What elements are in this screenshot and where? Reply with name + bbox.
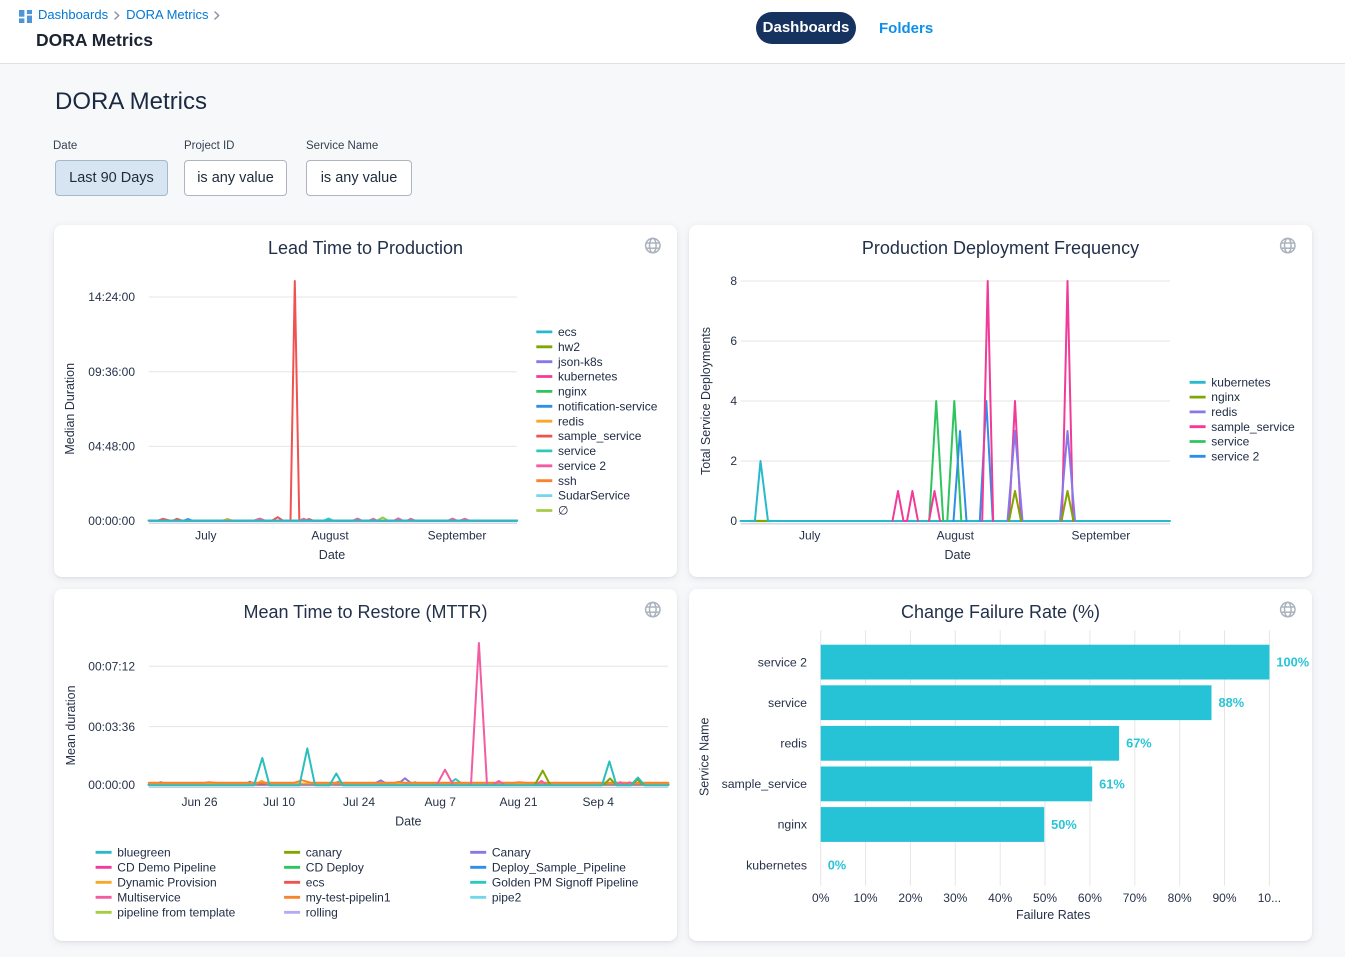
svg-text:SudarService: SudarService bbox=[558, 489, 630, 503]
svg-text:00:07:12: 00:07:12 bbox=[88, 659, 135, 673]
svg-text:0: 0 bbox=[730, 514, 737, 528]
svg-text:20%: 20% bbox=[898, 891, 922, 905]
svg-text:2: 2 bbox=[730, 454, 737, 468]
svg-text:redis: redis bbox=[1211, 405, 1237, 419]
svg-text:nginx: nginx bbox=[558, 385, 587, 399]
svg-text:8: 8 bbox=[730, 274, 737, 288]
svg-text:service: service bbox=[558, 444, 596, 458]
svg-text:CD Deploy: CD Deploy bbox=[306, 860, 364, 874]
svg-text:July: July bbox=[195, 529, 216, 543]
svg-text:sample_service: sample_service bbox=[722, 777, 808, 791]
svg-text:CD Demo Pipeline: CD Demo Pipeline bbox=[117, 860, 216, 874]
svg-text:July: July bbox=[799, 529, 820, 543]
svg-text:0%: 0% bbox=[812, 891, 830, 905]
svg-text:40%: 40% bbox=[988, 891, 1012, 905]
svg-text:service: service bbox=[768, 696, 807, 710]
svg-text:json-k8s: json-k8s bbox=[557, 355, 603, 369]
svg-text:September: September bbox=[428, 529, 487, 543]
svg-text:60%: 60% bbox=[1078, 891, 1102, 905]
svg-text:nginx: nginx bbox=[1211, 390, 1240, 404]
svg-text:kubernetes: kubernetes bbox=[558, 370, 617, 384]
svg-text:redis: redis bbox=[780, 737, 807, 751]
svg-text:Production Deployment Frequenc: Production Deployment Frequency bbox=[862, 238, 1139, 258]
svg-text:Sep 4: Sep 4 bbox=[583, 795, 615, 809]
svg-text:August: August bbox=[311, 529, 349, 543]
svg-text:September: September bbox=[1072, 529, 1131, 543]
svg-text:Deploy_Sample_Pipeline: Deploy_Sample_Pipeline bbox=[492, 860, 626, 874]
svg-text:my-test-pipelin1: my-test-pipelin1 bbox=[306, 890, 391, 904]
svg-text:Change Failure Rate (%): Change Failure Rate (%) bbox=[901, 602, 1100, 622]
svg-text:Jul 10: Jul 10 bbox=[263, 795, 295, 809]
svg-text:Canary: Canary bbox=[492, 845, 531, 859]
svg-text:nginx: nginx bbox=[778, 818, 808, 832]
svg-text:August: August bbox=[937, 529, 975, 543]
svg-text:09:36:00: 09:36:00 bbox=[88, 365, 135, 379]
svg-text:Date: Date bbox=[944, 548, 970, 562]
svg-text:90%: 90% bbox=[1213, 891, 1237, 905]
svg-text:14:24:00: 14:24:00 bbox=[88, 290, 135, 304]
svg-text:Jun 26: Jun 26 bbox=[181, 795, 217, 809]
svg-text:50%: 50% bbox=[1033, 891, 1057, 905]
svg-text:Failure Rates: Failure Rates bbox=[1016, 908, 1090, 922]
svg-text:notification-service: notification-service bbox=[558, 399, 658, 413]
svg-text:sample_service: sample_service bbox=[558, 429, 642, 443]
svg-text:canary: canary bbox=[306, 845, 342, 859]
svg-text:10...: 10... bbox=[1258, 891, 1281, 905]
svg-text:50%: 50% bbox=[1051, 817, 1077, 832]
svg-text:67%: 67% bbox=[1126, 736, 1152, 751]
svg-text:04:48:00: 04:48:00 bbox=[88, 440, 135, 454]
svg-text:redis: redis bbox=[558, 414, 584, 428]
svg-text:service: service bbox=[1211, 435, 1249, 449]
svg-text:100%: 100% bbox=[1276, 655, 1309, 670]
svg-text:Date: Date bbox=[395, 815, 421, 829]
svg-text:Mean Time to Restore (MTTR): Mean Time to Restore (MTTR) bbox=[243, 602, 487, 622]
svg-text:∅: ∅ bbox=[558, 504, 568, 518]
svg-text:pipeline from template: pipeline from template bbox=[117, 905, 235, 919]
svg-text:service 2: service 2 bbox=[1211, 449, 1259, 463]
svg-text:kubernetes: kubernetes bbox=[1211, 375, 1270, 389]
svg-text:88%: 88% bbox=[1219, 695, 1245, 710]
svg-text:6: 6 bbox=[730, 334, 737, 348]
svg-text:sample_service: sample_service bbox=[1211, 420, 1295, 434]
svg-text:service 2: service 2 bbox=[758, 655, 807, 669]
svg-text:Aug 7: Aug 7 bbox=[425, 795, 457, 809]
svg-text:80%: 80% bbox=[1168, 891, 1192, 905]
svg-text:kubernetes: kubernetes bbox=[746, 858, 807, 872]
svg-text:Date: Date bbox=[319, 548, 345, 562]
svg-text:ecs: ecs bbox=[558, 325, 577, 339]
svg-text:ecs: ecs bbox=[306, 875, 325, 889]
svg-text:0%: 0% bbox=[828, 858, 847, 873]
svg-text:61%: 61% bbox=[1099, 776, 1125, 791]
svg-text:00:00:00: 00:00:00 bbox=[88, 778, 135, 792]
svg-text:hw2: hw2 bbox=[558, 340, 580, 354]
svg-text:Golden PM Signoff Pipeline: Golden PM Signoff Pipeline bbox=[492, 875, 639, 889]
svg-text:4: 4 bbox=[730, 394, 737, 408]
svg-text:00:00:00: 00:00:00 bbox=[88, 514, 135, 528]
svg-text:30%: 30% bbox=[943, 891, 967, 905]
svg-text:00:03:36: 00:03:36 bbox=[88, 720, 135, 734]
svg-text:service 2: service 2 bbox=[558, 459, 606, 473]
svg-text:Dynamic Provision: Dynamic Provision bbox=[117, 875, 216, 889]
svg-text:Service Name: Service Name bbox=[698, 718, 712, 797]
svg-text:Total Service Deployments: Total Service Deployments bbox=[699, 327, 713, 475]
svg-text:10%: 10% bbox=[854, 891, 878, 905]
svg-text:bluegreen: bluegreen bbox=[117, 845, 170, 859]
svg-text:Aug 21: Aug 21 bbox=[499, 795, 537, 809]
svg-text:rolling: rolling bbox=[306, 905, 338, 919]
svg-text:Jul 24: Jul 24 bbox=[343, 795, 375, 809]
svg-text:pipe2: pipe2 bbox=[492, 890, 522, 904]
svg-text:Median Duration: Median Duration bbox=[63, 363, 77, 455]
svg-text:Lead Time to Production: Lead Time to Production bbox=[268, 238, 463, 258]
svg-text:70%: 70% bbox=[1123, 891, 1147, 905]
svg-text:Multiservice: Multiservice bbox=[117, 890, 181, 904]
svg-text:ssh: ssh bbox=[558, 474, 577, 488]
svg-text:Mean duration: Mean duration bbox=[64, 685, 78, 765]
